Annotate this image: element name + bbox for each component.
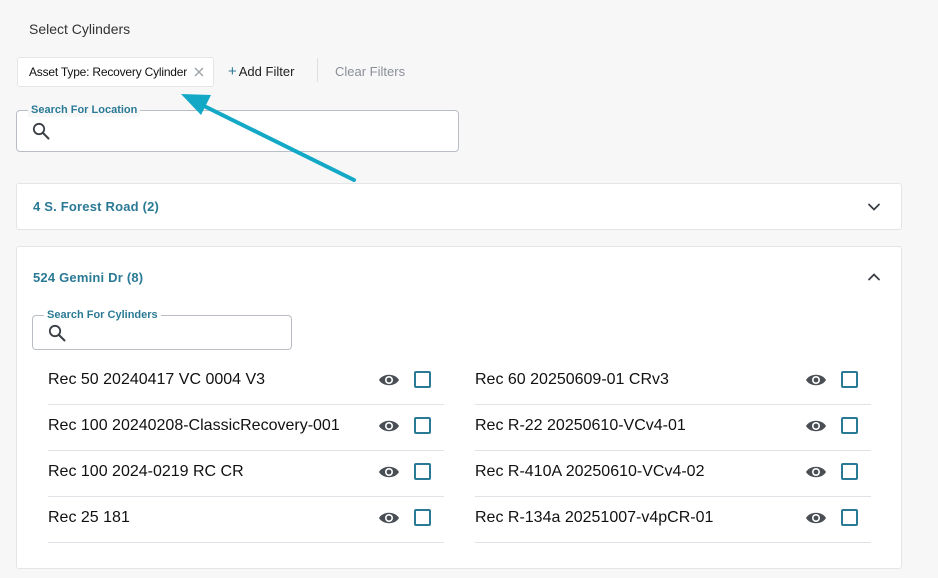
list-item: Rec 100 2024-0219 RC CR [48, 451, 444, 497]
cylinder-search-field: Search For Cylinders [32, 308, 292, 350]
clear-filters-button[interactable]: Clear Filters [335, 64, 405, 79]
eye-icon[interactable] [805, 509, 827, 527]
divider [317, 58, 318, 82]
add-filter-label: Add Filter [238, 64, 295, 79]
location-panel-forest-road[interactable]: 4 S. Forest Road (2) [16, 183, 902, 230]
location-search-field: Search For Location [16, 103, 459, 152]
cylinder-name: Rec R-410A 20250610-VCv4-02 [475, 463, 705, 480]
list-item: Rec R-134a 20251007-v4pCR-01 [475, 497, 871, 543]
select-checkbox[interactable] [841, 509, 858, 526]
select-checkbox[interactable] [841, 463, 858, 480]
plus-icon: + [228, 63, 237, 80]
cylinder-name: Rec 60 20250609-01 CRv3 [475, 371, 669, 388]
chevron-up-icon[interactable] [867, 270, 881, 284]
filter-chip-label: Asset Type: Recovery Cylinder [29, 65, 188, 79]
cylinder-search-input[interactable] [73, 320, 281, 345]
eye-icon[interactable] [378, 463, 400, 481]
list-item: Rec 100 20240208-ClassicRecovery-001 [48, 405, 444, 451]
cylinder-name: Rec 25 181 [48, 509, 130, 526]
select-checkbox[interactable] [841, 371, 858, 388]
cylinder-name: Rec 50 20240417 VC 0004 V3 [48, 371, 266, 388]
location-panel-gemini-dr: 524 Gemini Dr (8) Search For Cylinders R… [16, 246, 902, 569]
cylinder-name: Rec R-134a 20251007-v4pCR-01 [475, 509, 714, 526]
chevron-down-icon[interactable] [867, 200, 881, 214]
eye-icon[interactable] [378, 509, 400, 527]
close-icon[interactable] [193, 66, 205, 78]
select-checkbox[interactable] [414, 417, 431, 434]
eye-icon[interactable] [805, 371, 827, 389]
cylinder-list-right: Rec 60 20250609-01 CRv3 Rec R-22 2025061… [475, 359, 871, 543]
search-icon [48, 324, 66, 342]
location-search-legend: Search For Location [28, 103, 141, 117]
select-checkbox[interactable] [414, 463, 431, 480]
cylinder-name: Rec 100 2024-0219 RC CR [48, 463, 244, 480]
list-item: Rec 60 20250609-01 CRv3 [475, 359, 871, 405]
select-checkbox[interactable] [414, 371, 431, 388]
list-item: Rec R-22 20250610-VCv4-01 [475, 405, 871, 451]
eye-icon[interactable] [805, 463, 827, 481]
location-search-input[interactable] [57, 117, 448, 145]
select-checkbox[interactable] [414, 509, 431, 526]
list-item: Rec 50 20240417 VC 0004 V3 [48, 359, 444, 405]
select-checkbox[interactable] [841, 417, 858, 434]
eye-icon[interactable] [378, 417, 400, 435]
location-panel-title[interactable]: 524 Gemini Dr (8) [33, 270, 143, 285]
eye-icon[interactable] [805, 417, 827, 435]
eye-icon[interactable] [378, 371, 400, 389]
location-panel-title: 4 S. Forest Road (2) [33, 199, 160, 214]
add-filter-button[interactable]: + Add Filter [228, 64, 294, 79]
page-title: Select Cylinders [29, 21, 131, 37]
list-item: Rec R-410A 20250610-VCv4-02 [475, 451, 871, 497]
cylinder-list-left: Rec 50 20240417 VC 0004 V3 Rec 100 20240… [48, 359, 444, 543]
cylinder-name: Rec R-22 20250610-VCv4-01 [475, 417, 686, 434]
cylinder-name: Rec 100 20240208-ClassicRecovery-001 [48, 417, 340, 434]
list-item: Rec 25 181 [48, 497, 444, 543]
search-icon [32, 122, 50, 140]
filter-chip-asset-type[interactable]: Asset Type: Recovery Cylinder [17, 57, 214, 87]
